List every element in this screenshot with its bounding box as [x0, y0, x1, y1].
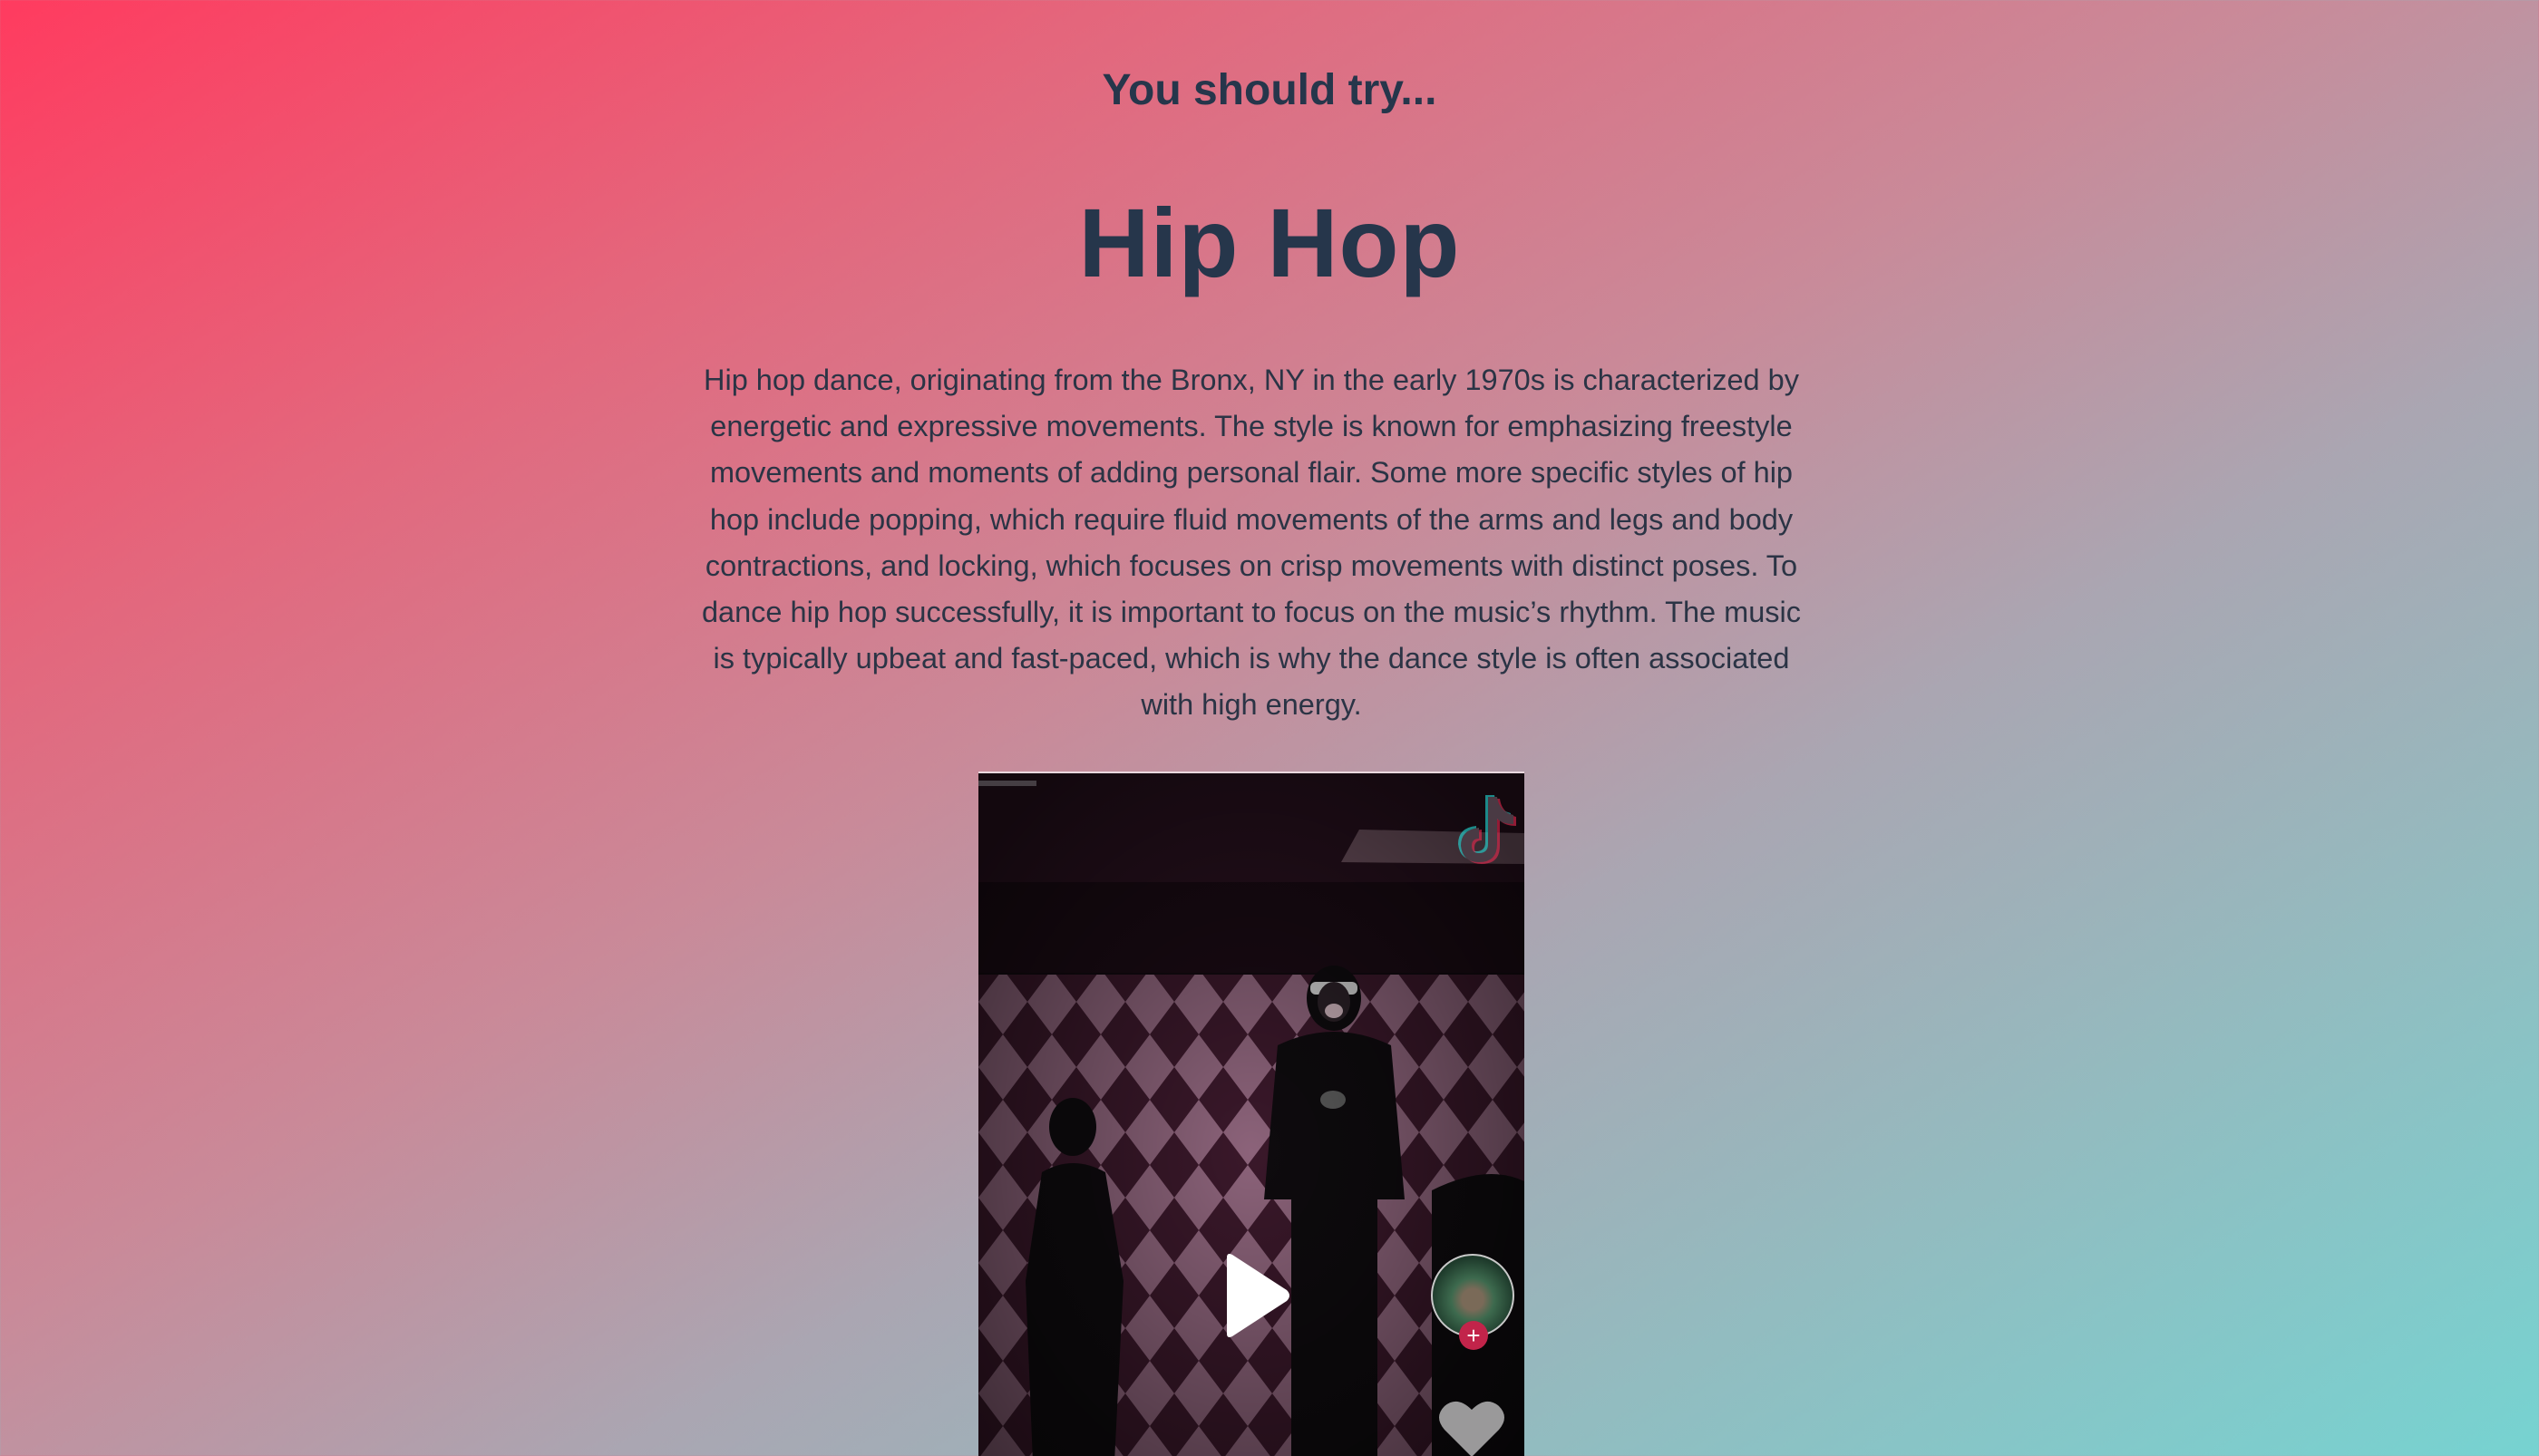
tiktok-video-embed[interactable]: + — [978, 772, 1524, 1456]
heart-icon[interactable] — [1437, 1397, 1506, 1456]
style-description: Hip hop dance, originating from the Bron… — [701, 364, 1802, 722]
follow-button[interactable]: + — [1459, 1321, 1488, 1350]
video-thumbnail — [978, 773, 1524, 1456]
tiktok-logo-icon — [1458, 795, 1516, 864]
play-icon[interactable] — [1220, 1252, 1292, 1339]
subtitle: You should try... — [1102, 66, 1437, 114]
page-title: Hip Hop — [1078, 188, 1461, 297]
